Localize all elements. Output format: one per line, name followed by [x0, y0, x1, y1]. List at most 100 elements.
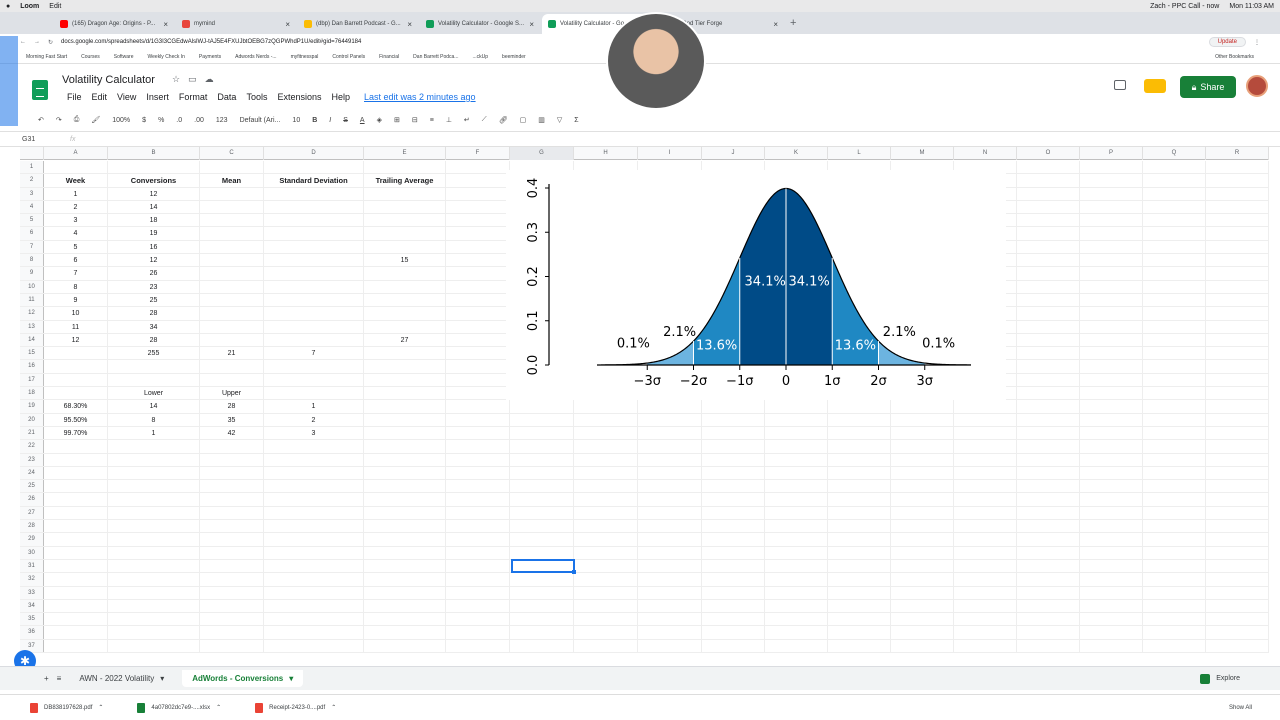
menu-file[interactable]: File [62, 92, 87, 102]
cell[interactable] [200, 466, 264, 480]
menu-data[interactable]: Data [212, 92, 241, 102]
cell[interactable] [1017, 187, 1080, 200]
cell[interactable] [1206, 333, 1269, 347]
row-header[interactable]: 8 [20, 254, 44, 267]
cell[interactable] [364, 613, 446, 626]
cell[interactable] [510, 453, 574, 466]
cell[interactable] [765, 599, 828, 613]
comment-add-icon[interactable]: ▢ [520, 116, 527, 124]
cell[interactable] [264, 639, 364, 652]
filter-icon[interactable]: ▽ [557, 116, 562, 124]
cell[interactable] [1017, 373, 1080, 387]
cell[interactable] [200, 533, 264, 546]
cell[interactable] [1206, 599, 1269, 613]
cell[interactable] [1143, 546, 1206, 559]
menu-insert[interactable]: Insert [141, 92, 174, 102]
cell[interactable] [954, 599, 1017, 613]
cell[interactable] [1206, 307, 1269, 320]
cell[interactable] [446, 599, 510, 613]
cell[interactable] [574, 426, 638, 440]
cell[interactable] [1080, 533, 1143, 546]
cell[interactable] [108, 373, 200, 387]
row-header[interactable]: 35 [20, 613, 44, 626]
cell[interactable] [1080, 520, 1143, 533]
cell[interactable] [264, 187, 364, 200]
cell[interactable] [1017, 200, 1080, 214]
cell[interactable] [638, 533, 702, 546]
cell[interactable] [1017, 320, 1080, 333]
row-header[interactable]: 19 [20, 400, 44, 413]
row-header[interactable]: 27 [20, 506, 44, 520]
cell[interactable]: 99.70% [44, 426, 108, 440]
cell[interactable] [200, 546, 264, 559]
cell[interactable] [364, 466, 446, 480]
cell[interactable] [264, 240, 364, 254]
row-header[interactable]: 36 [20, 626, 44, 639]
cell[interactable] [765, 573, 828, 586]
status-user[interactable]: Zach - PPC Call - now [1150, 3, 1219, 10]
cell[interactable] [44, 347, 108, 360]
cell[interactable] [1017, 267, 1080, 280]
cell[interactable] [44, 453, 108, 466]
borders-icon[interactable]: ⊞ [394, 116, 400, 124]
column-header[interactable]: Q [1143, 147, 1206, 160]
cell[interactable] [828, 440, 891, 453]
column-header[interactable]: C [200, 147, 264, 160]
align-icon[interactable]: ≡ [430, 117, 434, 124]
bookmark[interactable]: Adwords Nerds -... [235, 54, 276, 60]
cell[interactable] [1017, 440, 1080, 453]
normal-distribution-chart[interactable]: 0.00.10.20.30.4−3σ −2σ −1σ 0 1σ 2σ 3σ0.1%2.1%1… [506, 170, 1006, 400]
cell[interactable] [1143, 280, 1206, 293]
close-icon[interactable]: × [163, 20, 168, 29]
app-menu[interactable]: Loom [20, 3, 39, 10]
cell[interactable]: Week [44, 174, 108, 187]
cell[interactable] [1206, 586, 1269, 599]
back-icon[interactable]: ← [20, 39, 26, 45]
cell[interactable] [44, 639, 108, 652]
cell[interactable] [828, 626, 891, 639]
forward-icon[interactable]: → [34, 39, 40, 45]
column-header[interactable]: F [446, 147, 510, 160]
cell[interactable] [364, 200, 446, 214]
cell[interactable] [828, 639, 891, 652]
cell[interactable]: 15 [364, 254, 446, 267]
cell[interactable] [108, 161, 200, 174]
cell[interactable] [638, 440, 702, 453]
cell[interactable] [1143, 333, 1206, 347]
cell[interactable] [364, 480, 446, 493]
cell[interactable] [954, 613, 1017, 626]
sheet-tab-active[interactable]: AdWords - Conversions ▾ [182, 670, 304, 687]
cell[interactable] [891, 573, 954, 586]
cell[interactable] [510, 546, 574, 559]
cell[interactable] [200, 293, 264, 307]
cell[interactable] [574, 466, 638, 480]
cell[interactable]: 8 [108, 413, 200, 426]
other-bookmarks[interactable]: Other Bookmarks [1215, 54, 1254, 60]
cell[interactable] [108, 506, 200, 520]
cell[interactable] [446, 639, 510, 652]
cell[interactable] [1143, 586, 1206, 599]
cell[interactable] [1206, 347, 1269, 360]
cell[interactable] [765, 480, 828, 493]
cell[interactable] [1017, 546, 1080, 559]
cell[interactable] [1017, 161, 1080, 174]
cell[interactable] [364, 413, 446, 426]
cell[interactable] [1080, 187, 1143, 200]
font-select[interactable]: Default (Ari... [240, 117, 281, 124]
cell[interactable]: 12 [44, 333, 108, 347]
text-color-button[interactable]: A [360, 117, 365, 124]
cell[interactable] [44, 626, 108, 639]
cell[interactable] [1206, 227, 1269, 240]
cell[interactable] [1080, 267, 1143, 280]
cell[interactable] [200, 520, 264, 533]
edit-menu[interactable]: Edit [49, 3, 61, 10]
cell[interactable] [1017, 227, 1080, 240]
cell[interactable] [1080, 293, 1143, 307]
row-header[interactable]: 6 [20, 227, 44, 240]
cell[interactable] [510, 400, 574, 413]
cell[interactable] [264, 480, 364, 493]
column-header[interactable]: A [44, 147, 108, 160]
cell[interactable] [44, 520, 108, 533]
cell[interactable] [1017, 400, 1080, 413]
cell[interactable] [638, 426, 702, 440]
